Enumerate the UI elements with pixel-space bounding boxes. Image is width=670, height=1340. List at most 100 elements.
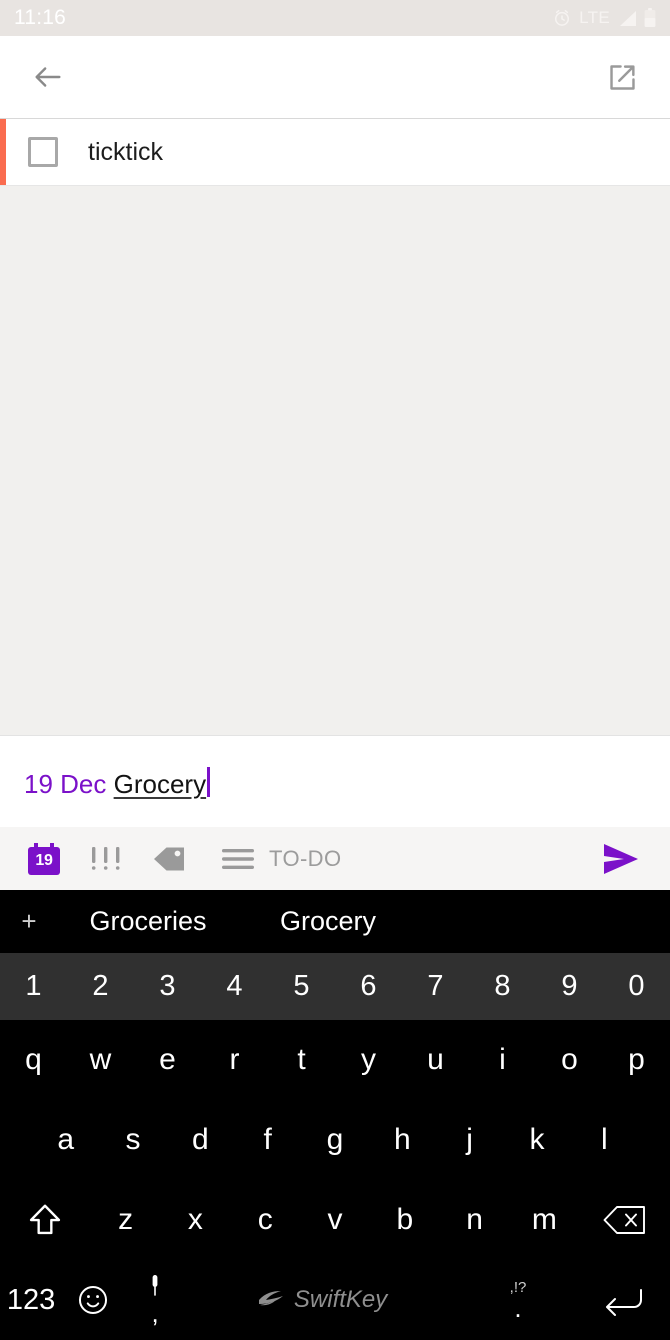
key-j[interactable]: j <box>436 1123 503 1157</box>
space-key[interactable]: SwiftKey <box>186 1286 459 1314</box>
keyboard: + Groceries Grocery 1 2 3 4 5 6 7 8 9 0 … <box>0 890 670 1340</box>
key-2[interactable]: 2 <box>67 970 134 1003</box>
key-s[interactable]: s <box>99 1123 166 1157</box>
tag-icon <box>154 847 184 870</box>
suggestion-bar: + Groceries Grocery <box>0 890 670 953</box>
quick-add-input[interactable]: 19 Dec Grocery <box>24 763 211 800</box>
key-6[interactable]: 6 <box>335 970 402 1003</box>
task-text-token: Grocery <box>113 769 207 799</box>
key-w[interactable]: w <box>67 1043 134 1077</box>
key-3[interactable]: 3 <box>134 970 201 1003</box>
key-v[interactable]: v <box>300 1203 370 1237</box>
priority-exclamations-icon <box>91 846 120 870</box>
network-type-label: LTE <box>579 8 610 27</box>
key-u[interactable]: u <box>402 1043 469 1077</box>
key-o[interactable]: o <box>536 1043 603 1077</box>
back-button[interactable] <box>24 53 72 101</box>
enter-return-icon <box>606 1289 643 1316</box>
keyboard-row-3: z x c v b n m <box>0 1180 670 1260</box>
attribute-toolbar: 19 TO-DO <box>0 827 670 890</box>
key-7[interactable]: 7 <box>402 970 469 1003</box>
smiley-icon <box>79 1285 108 1315</box>
space-brand-label: SwiftKey <box>293 1286 388 1313</box>
key-f[interactable]: f <box>234 1123 301 1157</box>
phone-screen: 11:16 LTE ticktick 19 Dec Grocery 19 TO-… <box>0 0 670 1340</box>
signal-icon <box>617 10 637 27</box>
send-button[interactable] <box>586 827 654 890</box>
key-a[interactable]: a <box>32 1123 99 1157</box>
task-priority-accent-bar <box>0 119 6 185</box>
swiftkey-brand: SwiftKey <box>258 1286 387 1314</box>
emoji-key[interactable] <box>62 1283 124 1317</box>
suggestion-item-2[interactable]: Grocery <box>238 906 418 937</box>
app-bar <box>0 36 670 118</box>
key-k[interactable]: k <box>503 1123 570 1157</box>
key-d[interactable]: d <box>167 1123 234 1157</box>
note-content-area[interactable] <box>0 186 670 735</box>
calendar-day-label: 19 <box>35 851 53 869</box>
list-selector-button[interactable]: TO-DO <box>200 827 355 890</box>
arrow-left-icon <box>35 67 61 87</box>
key-q[interactable]: q <box>0 1043 67 1077</box>
status-indicators: LTE <box>552 8 656 28</box>
key-h[interactable]: h <box>369 1123 436 1157</box>
key-t[interactable]: t <box>268 1043 335 1077</box>
text-caret <box>207 767 211 797</box>
tag-button[interactable] <box>138 827 200 890</box>
suggestion-item-1[interactable]: Groceries <box>58 906 238 937</box>
backspace-key[interactable] <box>579 1203 670 1237</box>
microphone-icon <box>152 1275 158 1296</box>
period-key[interactable]: ,!? . <box>459 1280 577 1321</box>
key-m[interactable]: m <box>510 1203 580 1237</box>
backspace-icon <box>603 1206 645 1234</box>
open-in-new-icon <box>609 64 635 90</box>
keyboard-number-row: 1 2 3 4 5 6 7 8 9 0 <box>0 953 670 1020</box>
key-e[interactable]: e <box>134 1043 201 1077</box>
key-l[interactable]: l <box>571 1123 638 1157</box>
key-c[interactable]: c <box>230 1203 300 1237</box>
shift-key[interactable] <box>0 1201 91 1239</box>
task-checkbox[interactable] <box>28 137 58 167</box>
alarm-clock-icon <box>552 8 572 28</box>
battery-icon <box>644 8 656 28</box>
key-5[interactable]: 5 <box>268 970 335 1003</box>
key-n[interactable]: n <box>440 1203 510 1237</box>
status-bar: 11:16 LTE <box>0 0 670 36</box>
key-z[interactable]: z <box>91 1203 161 1237</box>
keyboard-row-2: a s d f g h j k l <box>0 1100 670 1180</box>
status-time: 11:16 <box>14 6 66 29</box>
key-i[interactable]: i <box>469 1043 536 1077</box>
key-p[interactable]: p <box>603 1043 670 1077</box>
task-title: ticktick <box>88 137 163 166</box>
keyboard-bottom-row: 123 , SwiftKey ,!? . <box>0 1260 670 1340</box>
calendar-icon: 19 <box>28 842 60 875</box>
key-x[interactable]: x <box>161 1203 231 1237</box>
parsed-date-token: 19 Dec <box>24 769 107 799</box>
period-label: . <box>514 1292 522 1323</box>
key-0[interactable]: 0 <box>603 970 670 1003</box>
key-r[interactable]: r <box>201 1043 268 1077</box>
list-name-label: TO-DO <box>269 845 342 871</box>
keyboard-row-1: q w e r t y u i o p <box>0 1020 670 1100</box>
add-to-dictionary-button[interactable]: + <box>0 906 58 937</box>
quick-add-input-row[interactable]: 19 Dec Grocery <box>0 735 670 827</box>
key-y[interactable]: y <box>335 1043 402 1077</box>
key-8[interactable]: 8 <box>469 970 536 1003</box>
list-lines-icon <box>222 848 254 869</box>
due-date-button[interactable]: 19 <box>14 827 74 890</box>
key-1[interactable]: 1 <box>0 970 67 1003</box>
enter-key[interactable] <box>577 1284 670 1316</box>
priority-button[interactable] <box>74 827 138 890</box>
key-9[interactable]: 9 <box>536 970 603 1003</box>
key-b[interactable]: b <box>370 1203 440 1237</box>
numeric-layout-key[interactable]: 123 <box>0 1284 62 1317</box>
shift-up-icon <box>30 1204 61 1235</box>
comma-key[interactable]: , <box>124 1274 186 1326</box>
task-row[interactable]: ticktick <box>0 118 670 186</box>
comma-label: , <box>151 1298 159 1328</box>
send-icon <box>604 843 638 874</box>
open-external-button[interactable] <box>598 53 646 101</box>
key-4[interactable]: 4 <box>201 970 268 1003</box>
swiftkey-logo-icon <box>258 1291 283 1306</box>
key-g[interactable]: g <box>301 1123 368 1157</box>
